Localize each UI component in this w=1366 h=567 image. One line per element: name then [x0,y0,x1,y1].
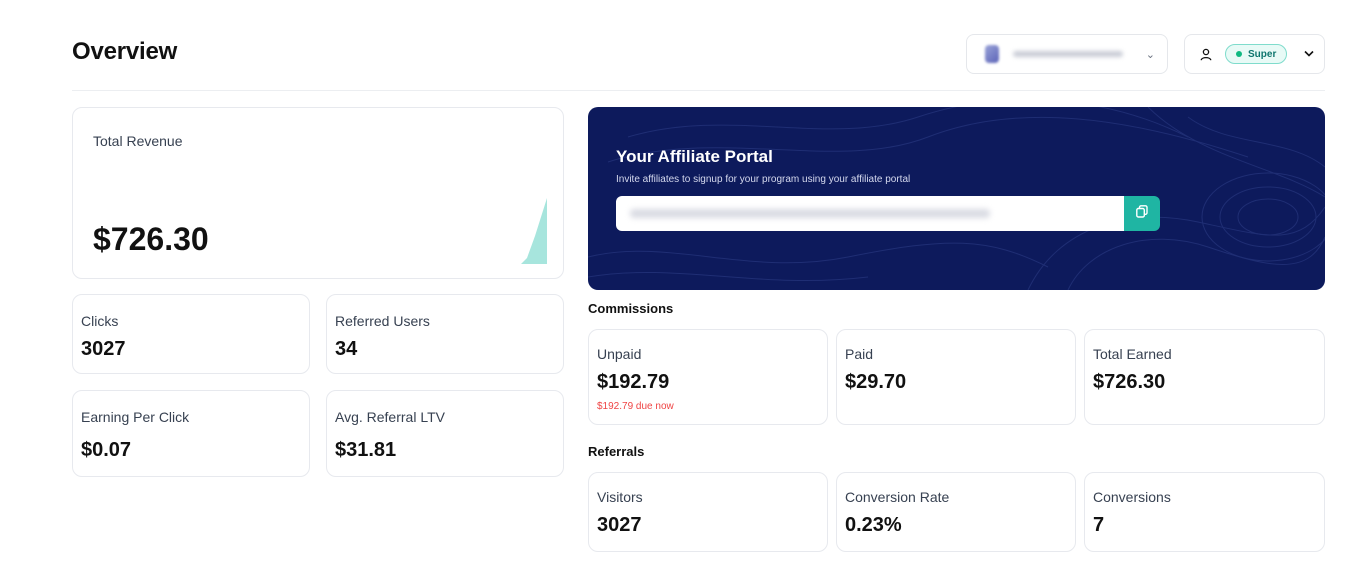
unpaid-value: $192.79 [597,371,670,393]
page-title: Overview [72,38,178,65]
unpaid-label: Unpaid [597,346,642,362]
avg-referral-ltv-value: $31.81 [335,439,397,461]
total-earned-value: $726.30 [1093,371,1166,393]
user-icon [1199,47,1213,61]
conversions-card: Conversions 7 [1084,472,1325,552]
total-revenue-value: $726.30 [93,221,209,257]
conversion-rate-value: 0.23% [845,514,902,536]
workspace-logo [985,45,999,63]
earning-per-click-card: Earning Per Click $0.07 [72,390,310,477]
conversions-label: Conversions [1093,489,1171,505]
avg-referral-ltv-label: Avg. Referral LTV [335,409,445,425]
referred-users-label: Referred Users [335,313,430,329]
clicks-card: Clicks 3027 [72,294,310,374]
header-divider [72,90,1325,91]
commissions-title: Commissions [588,301,674,316]
total-earned-label: Total Earned [1093,346,1172,362]
clicks-label: Clicks [81,313,119,329]
copy-link-button[interactable] [1124,196,1160,231]
status-dot-icon [1236,51,1242,57]
paid-card: Paid $29.70 [836,329,1076,425]
visitors-label: Visitors [597,489,643,505]
due-now-note: $192.79 due now [597,401,674,412]
conversion-rate-label: Conversion Rate [845,489,950,505]
referred-users-value: 34 [335,338,358,360]
unpaid-card: Unpaid $192.79 $192.79 due now [588,329,828,425]
portal-link-redacted [630,209,990,218]
paid-label: Paid [845,346,874,362]
total-earned-card: Total Earned $726.30 [1084,329,1325,425]
workspace-name-redacted [1013,51,1123,57]
affiliate-portal-banner: Your Affiliate Portal Invite affiliates … [588,107,1325,290]
plan-badge: Super [1225,44,1288,64]
conversions-value: 7 [1093,514,1105,536]
total-revenue-card: Total Revenue $726.30 [72,107,564,279]
revenue-sparkline [513,198,547,264]
plan-badge-label: Super [1248,48,1277,60]
conversion-rate-card: Conversion Rate 0.23% [836,472,1076,552]
portal-link-field[interactable] [616,196,1124,231]
clicks-value: 3027 [81,338,126,360]
copy-icon [1136,204,1148,223]
visitors-card: Visitors 3027 [588,472,828,552]
chevron-down-icon: ⌄ [1145,48,1155,61]
portal-subtitle: Invite affiliates to signup for your pro… [616,174,911,185]
paid-value: $29.70 [845,371,907,393]
referred-users-card: Referred Users 34 [326,294,564,374]
portal-title: Your Affiliate Portal [616,147,773,166]
workspace-selector[interactable]: ⌄ [966,34,1168,74]
total-revenue-label: Total Revenue [93,133,183,149]
avg-referral-ltv-card: Avg. Referral LTV $31.81 [326,390,564,477]
chevron-down-icon [1304,48,1314,60]
earning-per-click-value: $0.07 [81,439,132,461]
user-menu[interactable]: Super [1184,34,1325,74]
visitors-value: 3027 [597,514,642,536]
referrals-title: Referrals [588,444,645,459]
earning-per-click-label: Earning Per Click [81,409,190,425]
